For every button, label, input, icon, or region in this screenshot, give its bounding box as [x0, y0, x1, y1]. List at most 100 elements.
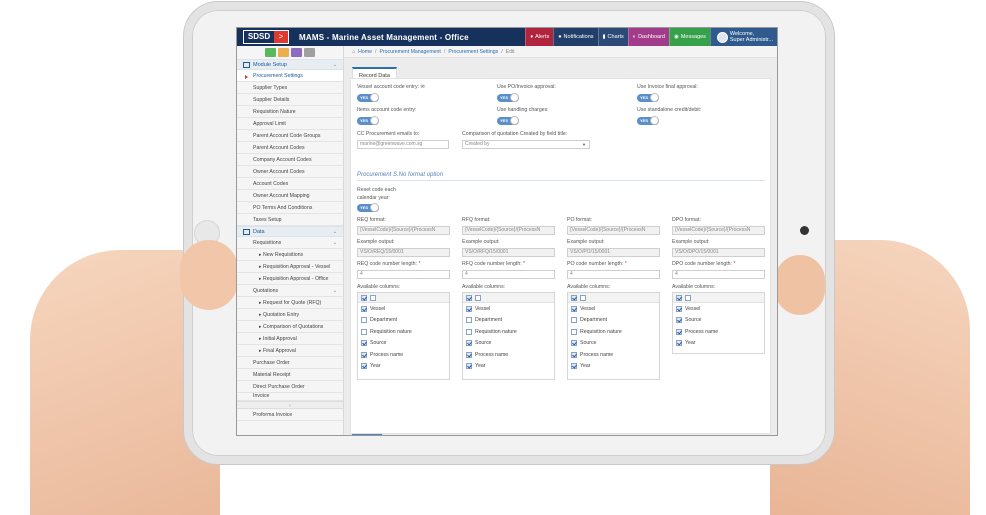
- app-logo[interactable]: SDSD >: [243, 30, 289, 44]
- sidebar-item[interactable]: Supplier Details: [237, 94, 343, 106]
- sidebar-item[interactable]: Account Codes: [237, 178, 343, 190]
- checkbox[interactable]: [466, 305, 472, 312]
- checkbox[interactable]: [676, 340, 682, 347]
- select-all-checkbox[interactable]: [466, 294, 472, 301]
- sidebar-item[interactable]: Parent Account Code Groups: [237, 130, 343, 142]
- sidebar-item[interactable]: PO Terms And Conditions: [237, 202, 343, 214]
- column-option[interactable]: Process name: [673, 326, 764, 338]
- column-option[interactable]: Department: [358, 315, 449, 327]
- checkbox[interactable]: [361, 317, 367, 324]
- sidebar-section-data[interactable]: Data ⌄: [237, 226, 343, 237]
- breadcrumb-item[interactable]: Procurement Management: [379, 49, 440, 55]
- checkbox[interactable]: [676, 328, 682, 335]
- checkbox[interactable]: [361, 340, 367, 347]
- sidebar-item[interactable]: Requisition Nature: [237, 106, 343, 118]
- sidebar-group-requisitions[interactable]: Requisitions ⌄: [237, 237, 343, 249]
- deselect-checkbox[interactable]: [475, 294, 481, 301]
- sidebar-subitem[interactable]: ▸ Request for Quote (RFQ): [237, 297, 343, 309]
- format-input[interactable]: {VesselCode}/{Source}/{ProcessN: [672, 226, 765, 235]
- column-option[interactable]: Source: [463, 338, 554, 350]
- standalone-toggle[interactable]: YES: [637, 116, 659, 125]
- sidebar-item[interactable]: Approval Limit: [237, 118, 343, 130]
- column-option[interactable]: Department: [568, 315, 659, 327]
- sidebar-collapse-button[interactable]: ‹: [237, 401, 343, 409]
- checkbox[interactable]: [466, 351, 472, 358]
- user-menu[interactable]: Welcome, Super Administr...: [709, 28, 777, 46]
- column-option[interactable]: Year: [463, 361, 554, 373]
- sidebar-subitem[interactable]: ▸ Comparison of Quotations: [237, 321, 343, 333]
- checkbox[interactable]: [466, 317, 472, 324]
- sidebar-item[interactable]: Taxes Setup: [237, 214, 343, 226]
- sidebar-item[interactable]: Owner Account Mapping: [237, 190, 343, 202]
- length-input[interactable]: 4: [567, 270, 660, 279]
- reset-code-toggle[interactable]: YES: [357, 203, 379, 212]
- dashboard-button[interactable]: ◐ Dashboard: [627, 28, 669, 46]
- sidebar-subitem[interactable]: ▸ Quotation Entry: [237, 309, 343, 321]
- sidebar-subitem[interactable]: ▸ Requisition Approval - Vessel: [237, 261, 343, 273]
- column-option[interactable]: Year: [673, 338, 764, 350]
- checkbox[interactable]: [571, 317, 577, 324]
- select-all-checkbox[interactable]: [571, 294, 577, 301]
- deselect-checkbox[interactable]: [580, 294, 586, 301]
- column-option[interactable]: Source: [673, 315, 764, 327]
- sidebar-item[interactable]: Direct Purchase Order: [237, 381, 343, 393]
- checkbox[interactable]: [361, 351, 367, 358]
- items-code-toggle[interactable]: YES: [357, 116, 379, 125]
- column-option[interactable]: Vessel: [463, 303, 554, 315]
- column-option[interactable]: Vessel: [673, 303, 764, 315]
- handling-toggle[interactable]: YES: [497, 116, 519, 125]
- column-option[interactable]: Requisition nature: [568, 326, 659, 338]
- format-input[interactable]: {VesselCode}/{Source}/{ProcessN: [567, 226, 660, 235]
- checkbox[interactable]: [361, 363, 367, 370]
- shortcut-purple-icon[interactable]: [291, 48, 302, 57]
- charts-button[interactable]: ▮ Charts: [597, 28, 628, 46]
- format-input[interactable]: {VesselCode}/{Source}/{ProcessN: [462, 226, 555, 235]
- column-option[interactable]: Year: [358, 361, 449, 373]
- shortcut-orange-icon[interactable]: [278, 48, 289, 57]
- select-all-checkbox[interactable]: [361, 294, 367, 301]
- length-input[interactable]: 4: [672, 270, 765, 279]
- checkbox[interactable]: [466, 363, 472, 370]
- deselect-checkbox[interactable]: [370, 294, 376, 301]
- sidebar-item[interactable]: Invoice: [237, 393, 343, 401]
- sidebar-item[interactable]: Proforma Invoice: [237, 409, 343, 421]
- sidebar-group-quotations[interactable]: Quotations ⌄: [237, 285, 343, 297]
- horizontal-scrollbar[interactable]: [352, 434, 382, 435]
- checkbox[interactable]: [466, 340, 472, 347]
- sidebar-item[interactable]: Parent Account Codes: [237, 142, 343, 154]
- invoice-final-toggle[interactable]: YES: [637, 93, 659, 102]
- sidebar-subitem[interactable]: ▸ New Requisitions: [237, 249, 343, 261]
- column-option[interactable]: Process name: [568, 349, 659, 361]
- checkbox[interactable]: [676, 317, 682, 324]
- checkbox[interactable]: [361, 328, 367, 335]
- checkbox[interactable]: [571, 363, 577, 370]
- column-option[interactable]: Process name: [463, 349, 554, 361]
- column-option[interactable]: Department: [463, 315, 554, 327]
- breadcrumb-item[interactable]: Procurement Settings: [448, 49, 498, 55]
- checkbox[interactable]: [571, 340, 577, 347]
- checkbox[interactable]: [676, 305, 682, 312]
- checkbox[interactable]: [466, 328, 472, 335]
- deselect-checkbox[interactable]: [685, 294, 691, 301]
- format-input[interactable]: {VesselCode}/{Source}/{ProcessN: [357, 226, 450, 235]
- column-option[interactable]: Source: [568, 338, 659, 350]
- length-input[interactable]: 4: [462, 270, 555, 279]
- cc-emails-input[interactable]: marine@greenwave.com.sg: [357, 140, 449, 149]
- sidebar-item[interactable]: Company Account Codes: [237, 154, 343, 166]
- column-option[interactable]: Year: [568, 361, 659, 373]
- shortcut-grey-icon[interactable]: [304, 48, 315, 57]
- po-invoice-toggle[interactable]: YES: [497, 93, 519, 102]
- length-input[interactable]: 4: [357, 270, 450, 279]
- comparison-select[interactable]: Created by ▼: [462, 140, 590, 149]
- sidebar-item[interactable]: Purchase Order: [237, 357, 343, 369]
- vessel-code-toggle[interactable]: YES: [357, 93, 379, 102]
- checkbox[interactable]: [361, 305, 367, 312]
- checkbox[interactable]: [571, 305, 577, 312]
- sidebar-item[interactable]: Supplier Types: [237, 82, 343, 94]
- breadcrumb-home[interactable]: Home: [358, 49, 372, 55]
- messages-button[interactable]: ◉ Messages: [669, 28, 710, 46]
- column-option[interactable]: Vessel: [358, 303, 449, 315]
- column-option[interactable]: Source: [358, 338, 449, 350]
- sidebar-item[interactable]: Procurement Settings: [237, 70, 343, 82]
- sidebar-item[interactable]: Material Receipt: [237, 369, 343, 381]
